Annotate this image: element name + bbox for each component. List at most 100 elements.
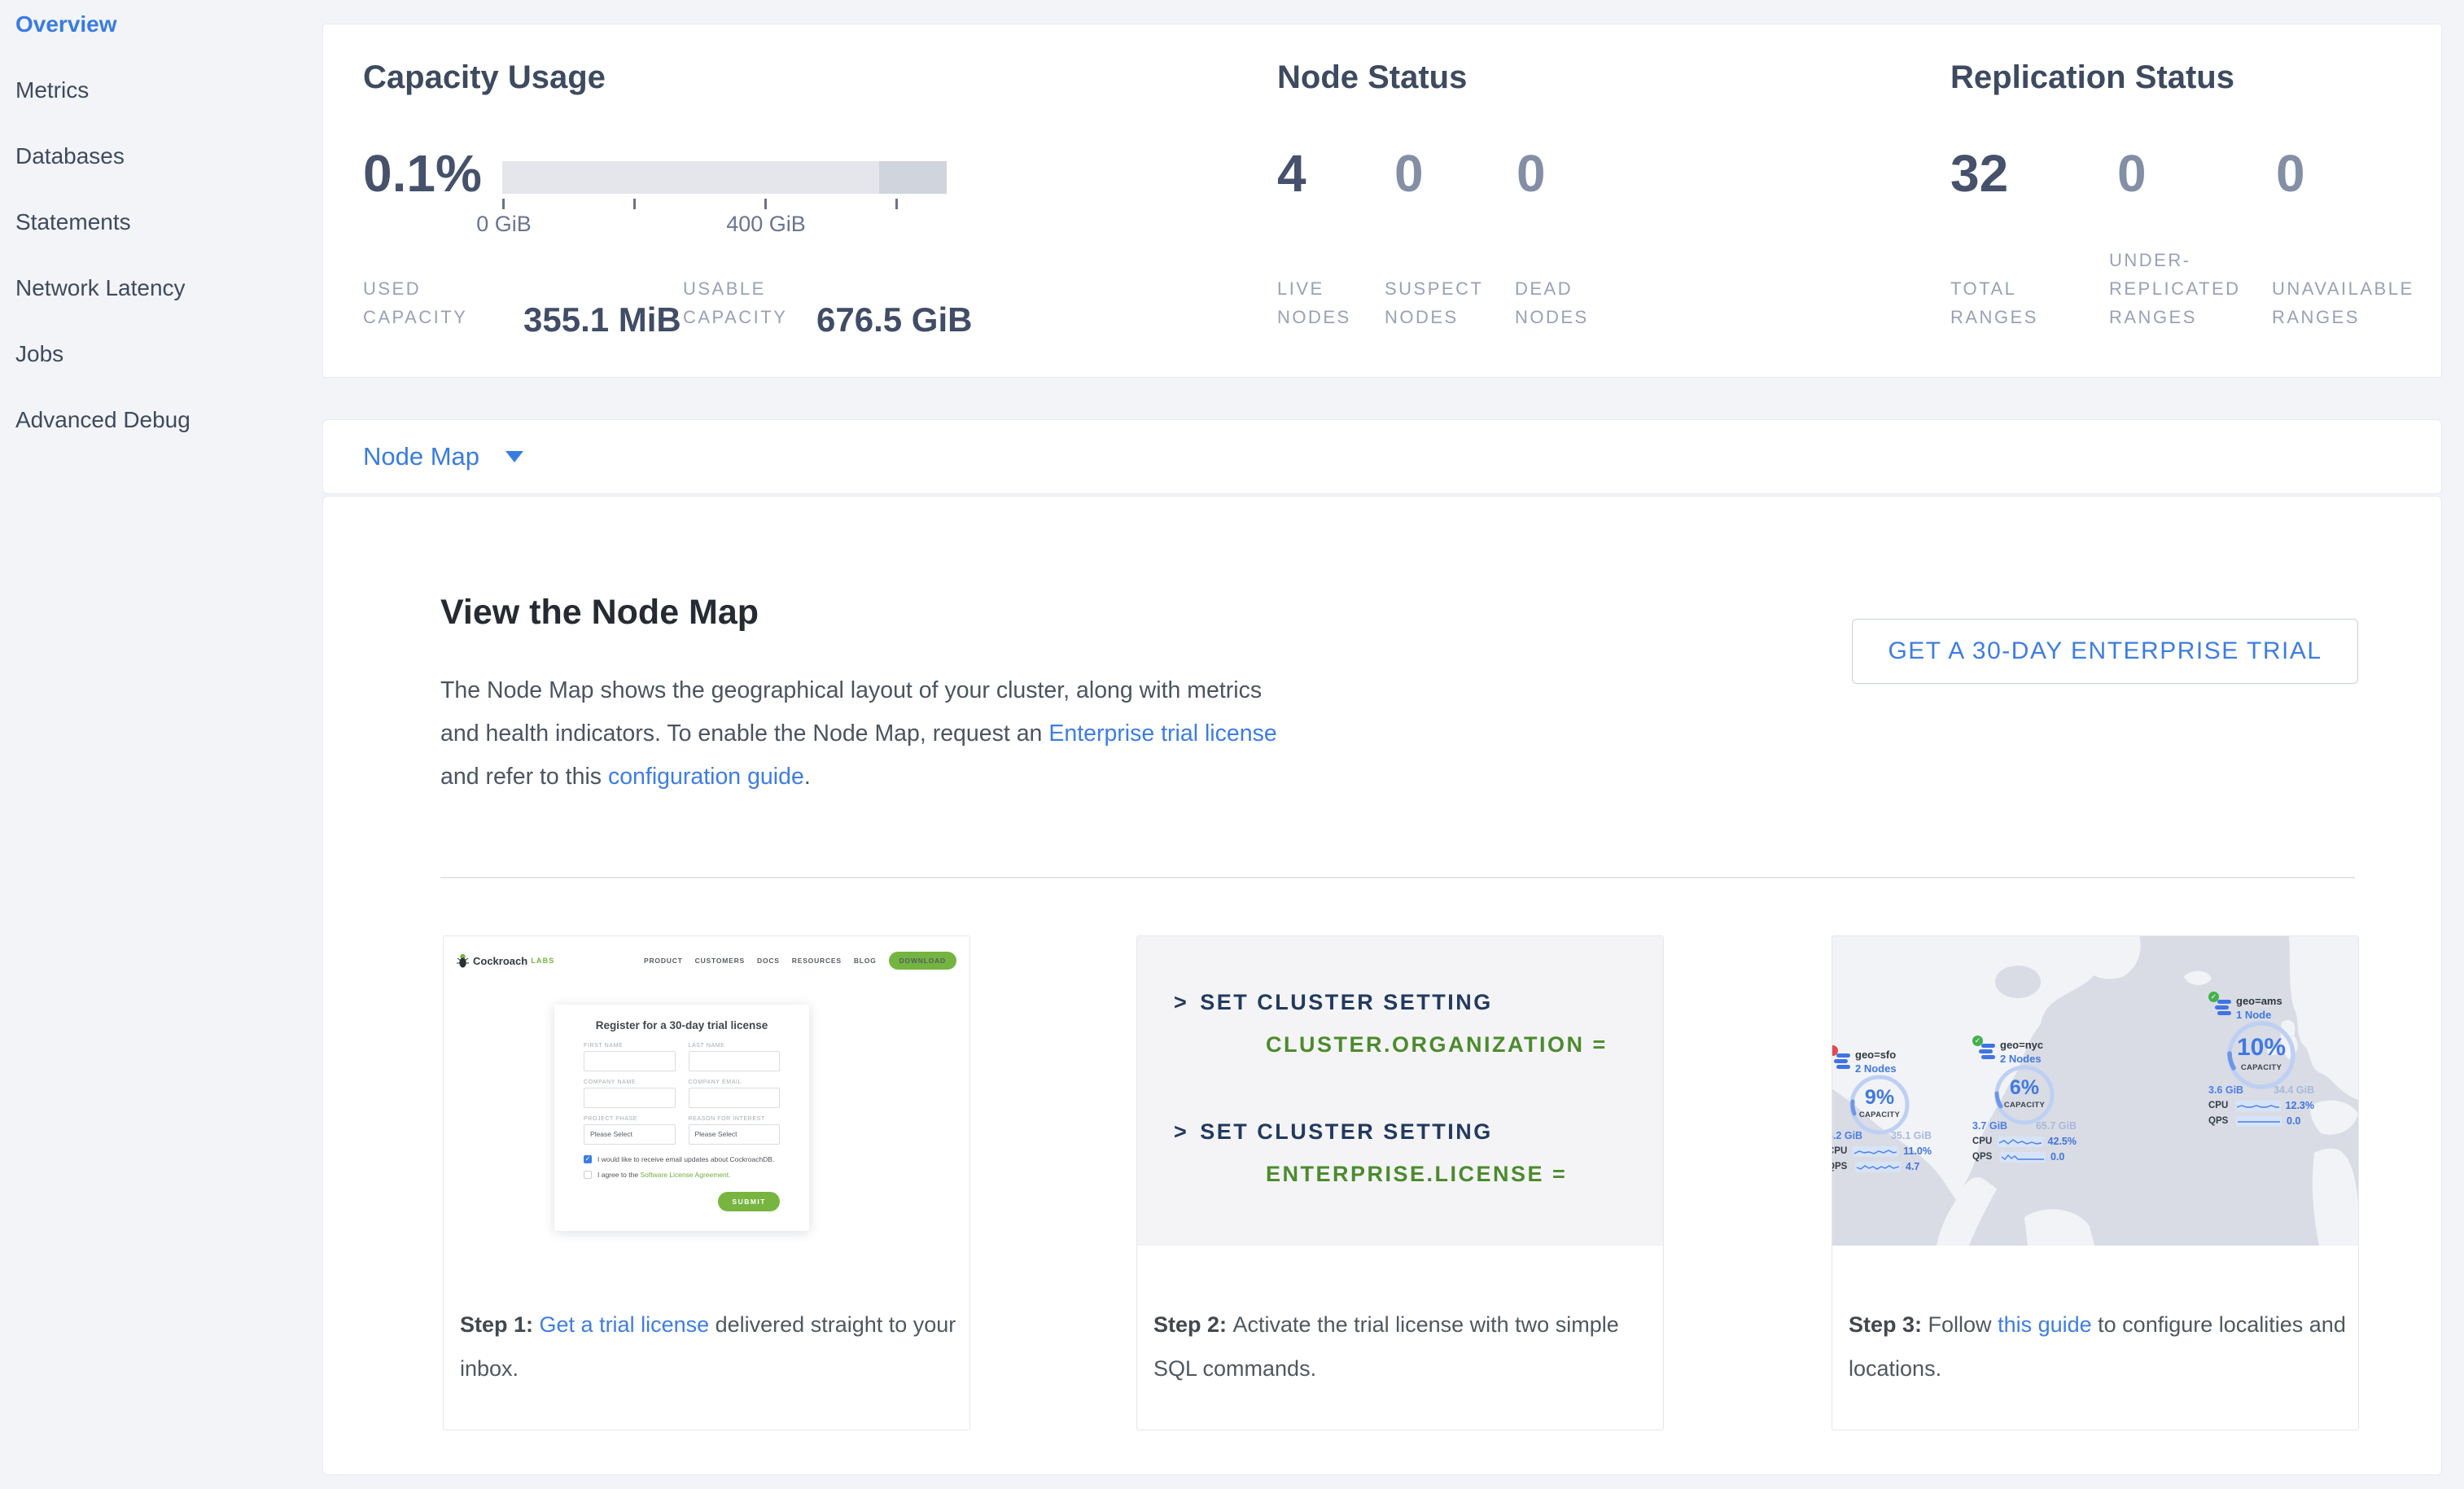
get-enterprise-trial-button[interactable]: GET A 30-DAY ENTERPRISE TRIAL xyxy=(1852,619,2358,684)
total-ranges-count: 32 xyxy=(1950,143,2008,204)
capacity-caption: CAPACITY xyxy=(2209,1063,2313,1072)
field-label: FIRST NAME xyxy=(584,1043,676,1049)
step1-caption: Step 1: Get a trial license delivered st… xyxy=(460,1303,965,1390)
dead-nodes-label: DEAD NODES xyxy=(1515,274,1621,331)
qps-sparkline xyxy=(2236,1116,2282,1127)
sql-prompt: > xyxy=(1174,1119,1188,1144)
capacity-percent: 10% xyxy=(2225,1034,2297,1062)
locality-name: geo=sfo xyxy=(1855,1049,1896,1061)
capacity-percent: 6% xyxy=(1993,1076,2056,1100)
used-capacity-label: USED CAPACITY xyxy=(363,274,485,331)
live-nodes-count: 4 xyxy=(1277,143,1306,204)
node-map-description: The Node Map shows the geographical layo… xyxy=(440,669,1287,799)
unavailable-ranges-count: 0 xyxy=(2276,143,2305,204)
qps-value: 0.0 xyxy=(2287,1115,2300,1127)
under-replicated-ranges-count: 0 xyxy=(2117,143,2147,204)
cpu-label: CPU xyxy=(2208,1101,2230,1110)
first-name-field xyxy=(584,1051,676,1071)
view-selector-dropdown[interactable]: Node Map xyxy=(363,442,479,471)
field-label: LAST NAME xyxy=(689,1043,781,1049)
qps-value: 4.7 xyxy=(1906,1161,1919,1172)
capacity-ring: 6% CAPACITY xyxy=(1993,1063,2056,1127)
last-name-field xyxy=(689,1051,781,1071)
sidebar-item-advanced-debug[interactable]: Advanced Debug xyxy=(15,407,190,433)
capacity-tick-label-0: 0 GiB xyxy=(476,212,532,237)
capacity-ring: 9% CAPACITY xyxy=(1848,1073,1911,1136)
nav-item: PRODUCT xyxy=(644,957,683,965)
nav-item: BLOG xyxy=(854,957,877,965)
cluster-summary-panel: Capacity Usage 0.1% 0 GiB 400 GiB USED C… xyxy=(322,24,2442,378)
replication-status-title: Replication Status xyxy=(1950,59,2234,96)
capacity-caption: CAPACITY xyxy=(1976,1101,2072,1110)
locality-nyc: ✓ geo=nyc 2 Nodes 6% CAPACITY 3.7 GiB65.… xyxy=(1972,1036,2077,1163)
node-map-preview: geo=sfo 2 Nodes 9% CAPACITY 3.2 GiB35.1 … xyxy=(1832,936,2358,1246)
node-status-title: Node Status xyxy=(1277,59,1467,96)
trial-license-form: Register for a 30-day trial license FIRS… xyxy=(554,1005,809,1231)
capacity-bar-tick xyxy=(764,199,767,209)
sql-statement: SET CLUSTER SETTING xyxy=(1200,990,1493,1014)
sql-setting-license: ENTERPRISE.LICENSE = xyxy=(1266,1162,1567,1187)
sidebar-item-network-latency[interactable]: Network Latency xyxy=(15,275,186,301)
under-replicated-ranges-label: UNDER-REPLICATED RANGES xyxy=(2109,246,2288,331)
cockroach-icon xyxy=(457,953,469,968)
unavailable-ranges-label: UNAVAILABLE RANGES xyxy=(2272,274,2455,331)
download-button: DOWNLOAD xyxy=(889,952,956,970)
capacity-bar-tick xyxy=(633,199,636,209)
site-nav: PRODUCT CUSTOMERS DOCS RESOURCES BLOG DO… xyxy=(644,952,956,970)
chevron-down-icon[interactable] xyxy=(505,451,523,462)
nodes-stack-icon xyxy=(1979,1043,1997,1061)
capacity-bar-tick xyxy=(502,199,505,209)
view-selector-bar: Node Map xyxy=(322,419,2442,494)
step2-card: >SET CLUSTER SETTING CLUSTER.ORGANIZATIO… xyxy=(1136,935,1664,1430)
step1-card: Cockroach LABS PRODUCT CUSTOMERS DOCS RE… xyxy=(443,935,970,1430)
nav-item: DOCS xyxy=(757,957,780,965)
nodes-stack-icon xyxy=(1834,1053,1852,1071)
enterprise-trial-license-link[interactable]: Enterprise trial license xyxy=(1048,720,1276,747)
sql-prompt: > xyxy=(1174,990,1188,1014)
capacity-usage-title: Capacity Usage xyxy=(363,59,606,96)
sidebar-item-metrics[interactable]: Metrics xyxy=(15,77,89,103)
capacity-bar xyxy=(502,161,947,194)
field-label: REASON FOR INTEREST xyxy=(689,1116,781,1122)
sidebar-item-overview[interactable]: Overview xyxy=(15,11,117,37)
nav-item: RESOURCES xyxy=(792,957,842,965)
capacity-bar-tick xyxy=(895,199,898,209)
usable-capacity-value: 676.5 GiB xyxy=(816,300,972,339)
configuration-guide-link[interactable]: configuration guide xyxy=(608,764,804,790)
company-name-field xyxy=(584,1088,676,1108)
checkbox-label: I agree to the Software License Agreemen… xyxy=(597,1171,731,1179)
reason-select: Please Select xyxy=(689,1124,781,1145)
capacity-bar-reserved-segment xyxy=(879,161,947,194)
sidebar-item-jobs[interactable]: Jobs xyxy=(15,341,63,367)
usable-capacity-label: USABLE CAPACITY xyxy=(683,274,821,331)
locality-sfo: geo=sfo 2 Nodes 9% CAPACITY 3.2 GiB35.1 … xyxy=(1832,1045,1932,1172)
sidebar-item-databases[interactable]: Databases xyxy=(15,143,125,169)
suspect-nodes-count: 0 xyxy=(1394,143,1424,204)
capacity-tick-label-400: 400 GiB xyxy=(726,212,806,237)
description-text: . xyxy=(804,764,811,790)
field-label: COMPANY NAME xyxy=(584,1080,676,1085)
sidebar-item-statements[interactable]: Statements xyxy=(15,209,131,235)
db-console-overview-page: Overview Metrics Databases Statements Ne… xyxy=(0,0,2464,1489)
qps-sparkline xyxy=(1855,1162,1901,1172)
node-map-promo-panel: View the Node Map The Node Map shows the… xyxy=(322,496,2442,1475)
locality-ams: ✓ geo=ams 1 Node 10% CAPACITY 3.6 GiB34.… xyxy=(2208,992,2314,1127)
field-label: COMPANY EMAIL xyxy=(689,1080,781,1085)
project-phase-select: Please Select xyxy=(584,1124,676,1145)
capacity-ring: 10% CAPACITY xyxy=(2225,1019,2297,1091)
this-guide-link[interactable]: this guide xyxy=(1998,1312,2092,1337)
page-title: View the Node Map xyxy=(440,593,759,633)
total-ranges-label: TOTAL RANGES xyxy=(1950,274,2064,331)
cpu-value: 42.5% xyxy=(2048,1136,2077,1147)
license-agreement-checkbox xyxy=(584,1171,592,1179)
sql-snippet: >SET CLUSTER SETTING CLUSTER.ORGANIZATIO… xyxy=(1137,936,1663,1246)
field-label: PROJECT PHASE xyxy=(584,1116,676,1122)
get-trial-license-link[interactable]: Get a trial license xyxy=(540,1312,710,1337)
cockroach-labs-logo: Cockroach LABS xyxy=(457,953,555,968)
cpu-label: CPU xyxy=(1972,1136,1993,1146)
step2-caption: Step 2: Activate the trial license with … xyxy=(1153,1303,1658,1390)
cpu-sparkline xyxy=(1853,1146,1898,1157)
dead-nodes-count: 0 xyxy=(1516,143,1546,204)
form-title: Register for a 30-day trial license xyxy=(584,1019,780,1031)
sidebar: Overview Metrics Databases Statements Ne… xyxy=(0,0,322,1489)
